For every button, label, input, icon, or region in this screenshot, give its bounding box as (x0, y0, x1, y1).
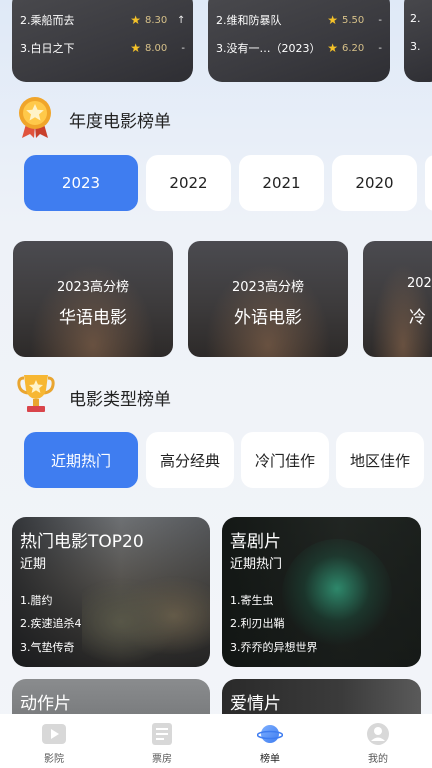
genre-tab-label: 地区佳作 (349, 451, 410, 470)
nav-label: 榜单 (260, 754, 280, 765)
rank-row: 2. (410, 12, 432, 25)
rank-title: 3.没有一…（2023） (216, 42, 321, 55)
rank-card-1[interactable]: 2.乘船而去 ★ 8.30 ↑ 3.白日之下 ★ 8.00 - (12, 0, 193, 82)
rank-score: 8.00 (145, 42, 168, 54)
genre-card-item: 1.腊约 (20, 594, 53, 607)
rank-card-2[interactable]: 2.维和防暴队 ★ 5.50 - 3.没有一…（2023） ★ 6.20 - (208, 0, 390, 82)
star-icon: ★ (327, 41, 338, 55)
bottom-nav: 影院 票房 榜单 我的 (0, 714, 432, 768)
genre-tab-regional[interactable]: 地区佳作 (336, 432, 424, 488)
genre-tab-label: 冷门佳作 (254, 451, 315, 470)
rank-score: 8.30 (145, 14, 168, 26)
nav-item-profile[interactable]: 我的 (324, 714, 432, 768)
banner-chinese-films[interactable]: 2023高分榜 华语电影 (13, 241, 173, 357)
rank-title: 2. (410, 12, 421, 25)
rank-row: 3. (410, 40, 432, 53)
banner-title: 外语电影 (234, 308, 302, 328)
genre-tab-high-score[interactable]: 高分经典 (146, 432, 234, 488)
banner-title: 华语电影 (59, 308, 127, 328)
nav-label: 票房 (152, 754, 172, 765)
rank-title: 2.维和防暴队 (216, 14, 282, 27)
planet-icon (256, 722, 284, 750)
banner-title: 冷 (409, 308, 426, 328)
user-icon (365, 722, 391, 750)
banner-subtitle: 2023高分榜 (231, 280, 305, 295)
rank-title: 3. (410, 40, 421, 53)
soldiers-backdrop (82, 553, 210, 667)
star-icon: ★ (327, 13, 338, 27)
year-chip-label: 2020 (355, 174, 394, 192)
annual-section-title: 年度电影榜单 (69, 112, 171, 132)
nav-item-rankings[interactable]: 榜单 (216, 714, 324, 768)
banner-foreign-films[interactable]: 2023高分榜 外语电影 (188, 241, 348, 357)
genre-tab-label: 高分经典 (159, 451, 220, 470)
banner-subtitle: 2023高分榜 (56, 280, 130, 295)
genre-card-comedy[interactable]: 喜剧片 近期热门 1.寄生虫 2.利刃出鞘 3.乔乔的异想世界 (222, 517, 421, 667)
banner-subtitle: 202 (407, 276, 432, 291)
genre-card-subtitle: 近期 (20, 557, 47, 572)
rank-score: 6.20 (342, 42, 365, 54)
year-chip-2021[interactable]: 2021 (239, 155, 324, 211)
star-icon: ★ (130, 41, 141, 55)
trend-up-icon: ↑ (177, 14, 186, 26)
genre-tab-recent-hot[interactable]: 近期热门 (24, 432, 138, 488)
year-chip-label: 2023 (61, 174, 101, 192)
rank-row: 2.乘船而去 ★ 8.30 ↑ (20, 12, 185, 28)
genre-card-subtitle: 近期热门 (230, 557, 283, 572)
trend-flat-icon: - (378, 14, 382, 26)
genre-tab-label: 近期热门 (50, 451, 111, 470)
year-chip-2023[interactable]: 2023 (24, 155, 138, 211)
genre-card-item: 2.疾速追杀4 (20, 617, 82, 630)
year-chip-2022[interactable]: 2022 (146, 155, 231, 211)
genre-card-title: 喜剧片 (230, 532, 281, 552)
rank-card-3[interactable]: 2. 3. (404, 0, 432, 82)
trend-flat-icon: - (181, 42, 185, 54)
rank-title: 2.乘船而去 (20, 14, 75, 27)
nav-label: 影院 (44, 754, 64, 765)
year-chip-2020[interactable]: 2020 (332, 155, 417, 211)
nav-item-cinema[interactable]: 影院 (0, 714, 108, 768)
nav-item-box-office[interactable]: 票房 (108, 714, 216, 768)
gold-medal-icon (16, 94, 54, 140)
year-chip-label: 2021 (262, 174, 301, 192)
nav-label: 我的 (368, 754, 388, 765)
ticket-icon (149, 722, 175, 750)
genre-card-title: 热门电影TOP20 (20, 532, 144, 552)
rank-title: 3.白日之下 (20, 42, 75, 55)
rank-row: 3.白日之下 ★ 8.00 - (20, 40, 185, 56)
banner-cult-films[interactable]: 202 冷 (363, 241, 432, 357)
star-icon: ★ (130, 13, 141, 27)
rank-score: 5.50 (342, 14, 365, 26)
mask-backdrop (282, 539, 392, 649)
play-icon (41, 722, 67, 750)
genre-card-hot-top20[interactable]: 热门电影TOP20 近期 1.腊约 2.疾速追杀4 3.气垫传奇 (12, 517, 210, 667)
genre-tab-hidden-gems[interactable]: 冷门佳作 (241, 432, 329, 488)
year-chip-label: 2022 (169, 174, 208, 192)
genre-card-item: 3.气垫传奇 (20, 641, 75, 654)
genre-card-title: 爱情片 (230, 694, 281, 714)
year-chip-more[interactable] (425, 155, 432, 211)
rank-row: 3.没有一…（2023） ★ 6.20 - (216, 40, 382, 56)
genre-card-title: 动作片 (20, 694, 71, 714)
rank-row: 2.维和防暴队 ★ 5.50 - (216, 12, 382, 28)
trend-flat-icon: - (378, 42, 382, 54)
trophy-icon (16, 372, 56, 416)
genre-card-item: 2.利刃出鞘 (230, 617, 285, 630)
genre-card-item: 3.乔乔的异想世界 (230, 641, 318, 654)
genre-section-title: 电影类型榜单 (69, 390, 171, 410)
genre-card-item: 1.寄生虫 (230, 594, 274, 607)
